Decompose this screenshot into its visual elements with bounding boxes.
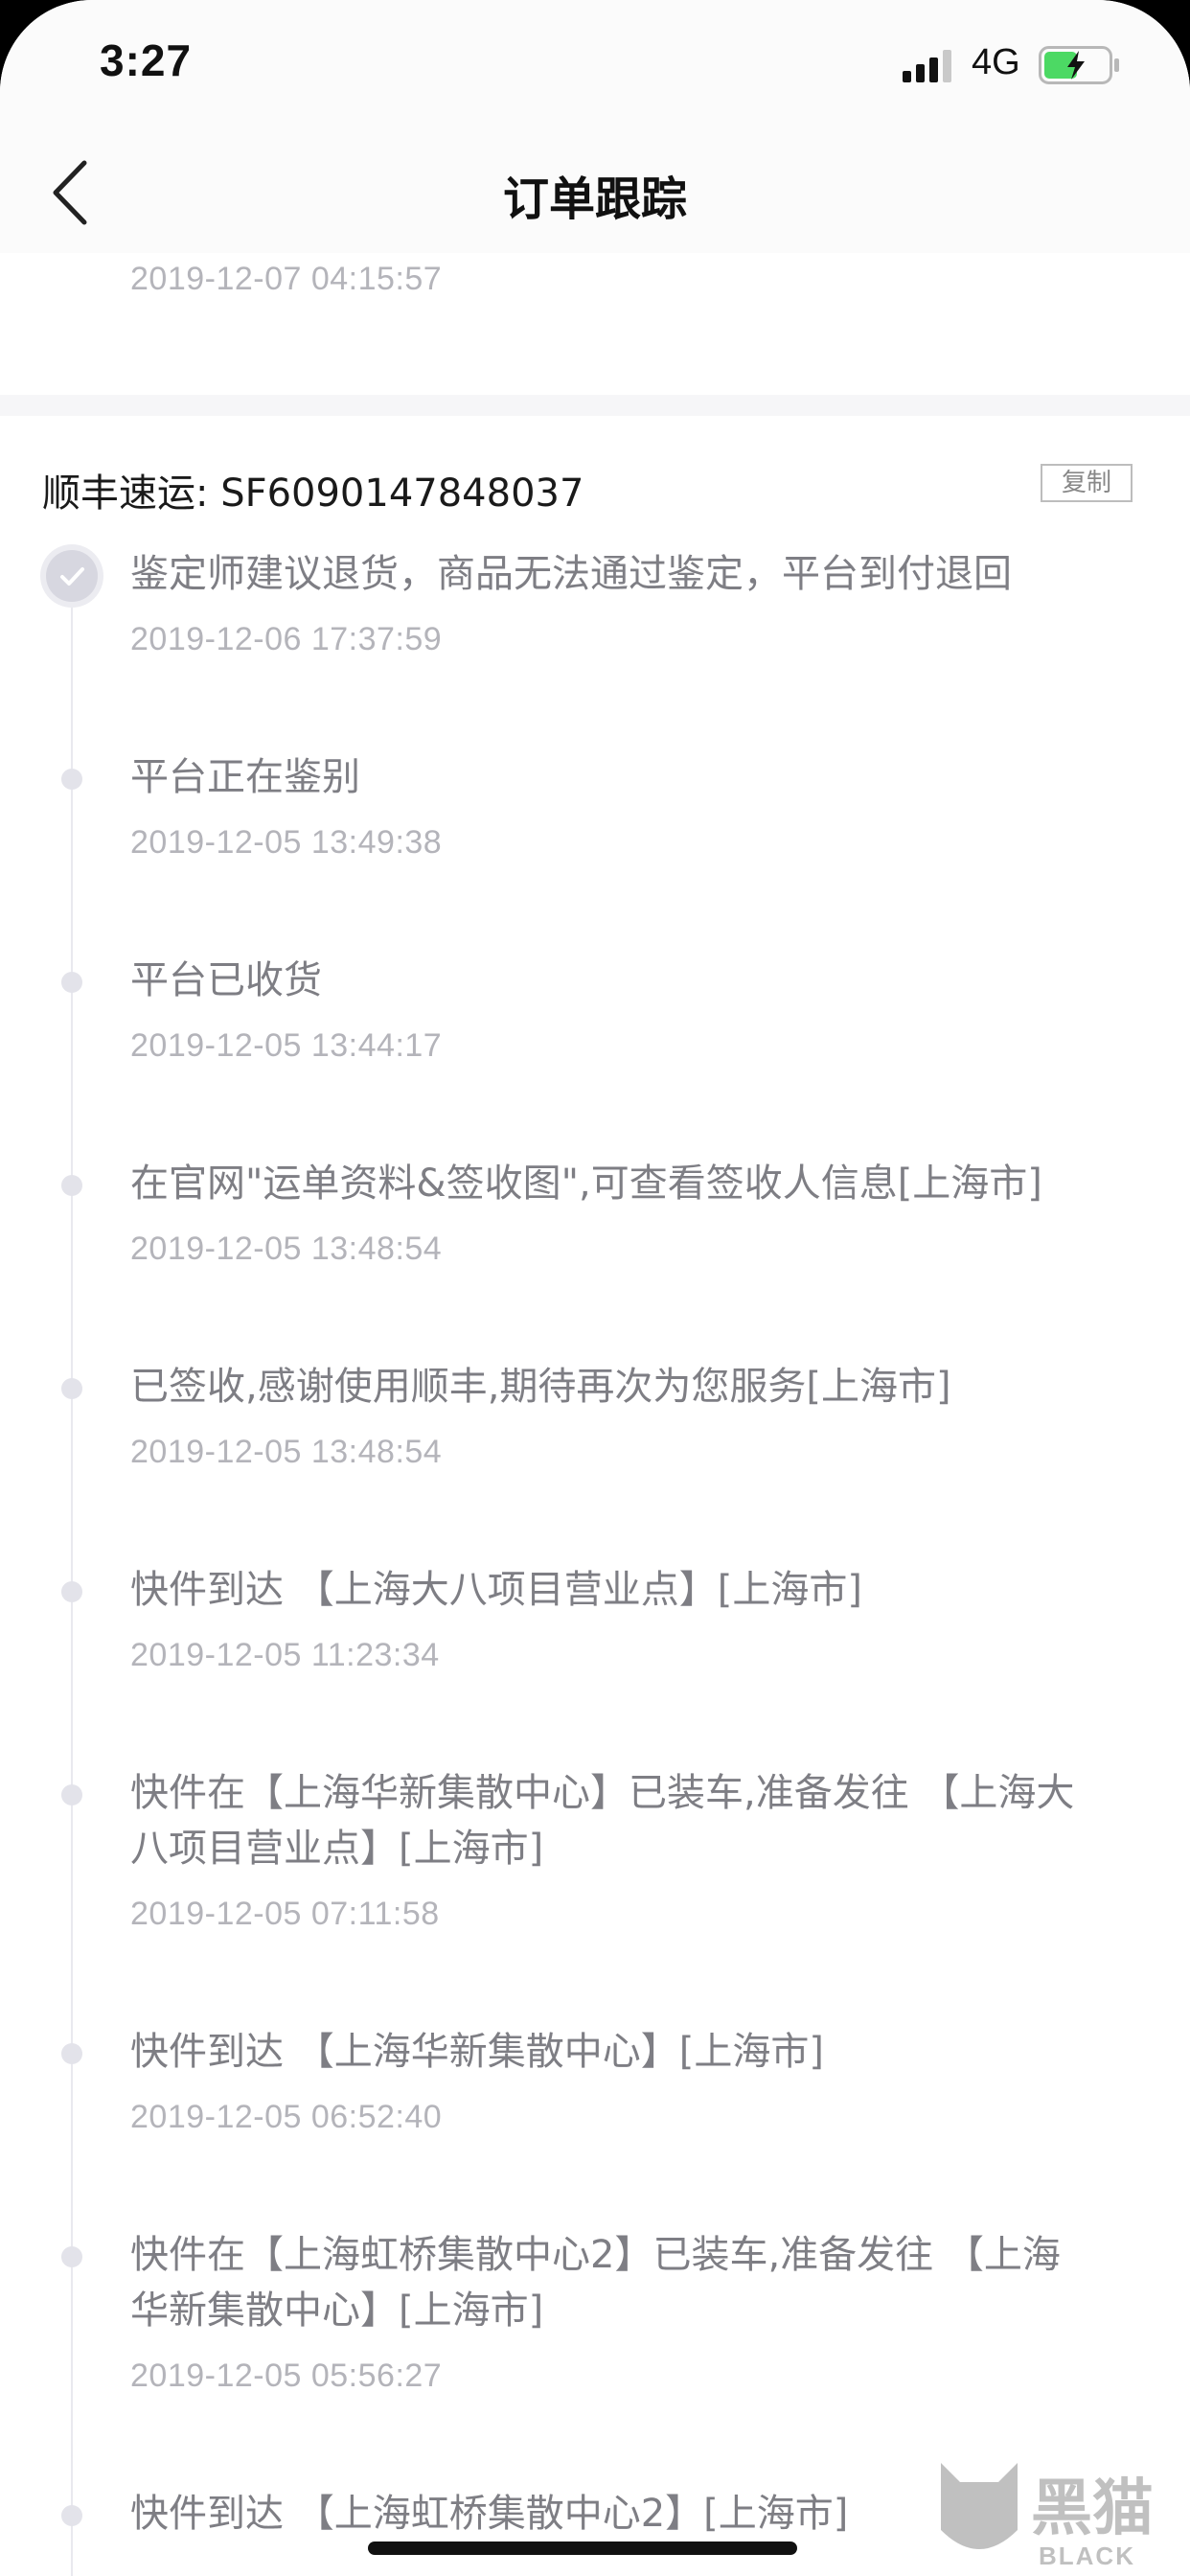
event-time: 2019-12-05 07:11:58 [130, 1896, 440, 1932]
timeline-line [71, 579, 73, 2576]
event-time: 2019-12-05 05:56:27 [130, 2358, 443, 2394]
carrier-tracking-number: 顺丰速运: SF6090147848037 [42, 472, 584, 516]
event-time: 2019-12-05 11:23:34 [130, 1637, 440, 1673]
timeline-dot [61, 2246, 82, 2267]
timeline-dot [61, 972, 82, 993]
home-indicator[interactable] [368, 2542, 797, 2555]
event-description: 已签收,感谢使用顺丰,期待再次为您服务[上海市] [130, 1365, 951, 1409]
phone-screen: 3:27 4G 订单跟踪 2019-12-07 04:15:57 顺丰速运: S… [0, 0, 1190, 2576]
timeline-dot [61, 1378, 82, 1399]
timeline-dot [61, 2043, 82, 2064]
watermark-logo: 黑猫 BLACK [931, 2453, 1190, 2576]
event-time: 2019-12-06 17:37:59 [130, 621, 443, 657]
copy-button[interactable]: 复制 [1041, 464, 1133, 502]
battery-icon [1039, 46, 1119, 84]
event-time: 2019-12-05 13:44:17 [130, 1027, 443, 1064]
event-description: 快件在【上海虹桥集散中心2】已装车,准备发往 【上海华新集散中心】[上海市] [130, 2233, 1061, 2333]
page-title: 订单跟踪 [502, 172, 687, 226]
event-time: 2019-12-07 04:15:57 [130, 261, 443, 297]
group-divider [0, 395, 1190, 416]
cat-logo-icon [941, 2463, 1018, 2549]
timeline-dot [61, 2505, 82, 2526]
signal-icon [903, 50, 951, 82]
tracking-content[interactable]: 2019-12-07 04:15:57 顺丰速运: SF609014784803… [0, 253, 1190, 2576]
timeline-dot [61, 1784, 82, 1806]
event-description: 鉴定师建议退货，商品无法通过鉴定，平台到付退回 [130, 552, 1012, 596]
network-label: 4G [972, 42, 1020, 82]
watermark-text: 黑猫 [1031, 2473, 1154, 2544]
timeline-dot [61, 1581, 82, 1602]
carrier-header: 顺丰速运: SF6090147848037 复制 [0, 445, 1190, 540]
event-time: 2019-12-05 06:52:40 [130, 2099, 443, 2135]
event-description: 在官网"运单资料&签收图",可查看签收人信息[上海市] [130, 1162, 1042, 1206]
timeline-dot [61, 769, 82, 790]
timeline-dot [61, 1175, 82, 1196]
nav-bar: 订单跟踪 [0, 134, 1190, 253]
event-time: 2019-12-05 13:49:38 [130, 824, 443, 861]
status-time: 3:27 [100, 35, 193, 85]
event-time: 2019-12-05 13:48:54 [130, 1230, 443, 1267]
event-description: 平台已收货 [130, 958, 322, 1002]
event-description: 平台正在鉴别 [130, 755, 360, 799]
event-time: 2019-12-05 13:48:54 [130, 1434, 443, 1470]
event-check-marker [46, 550, 98, 602]
watermark-subtext: BLACK [1039, 2542, 1135, 2570]
event-description: 快件在【上海华新集散中心】已装车,准备发往 【上海大八项目营业点】[上海市] [130, 1771, 1075, 1871]
event-description: 快件到达 【上海大八项目营业点】[上海市] [130, 1568, 862, 1612]
status-bar: 3:27 4G [0, 0, 1190, 134]
event-description: 快件到达 【上海华新集散中心】[上海市] [130, 2030, 824, 2074]
check-icon [60, 567, 84, 586]
